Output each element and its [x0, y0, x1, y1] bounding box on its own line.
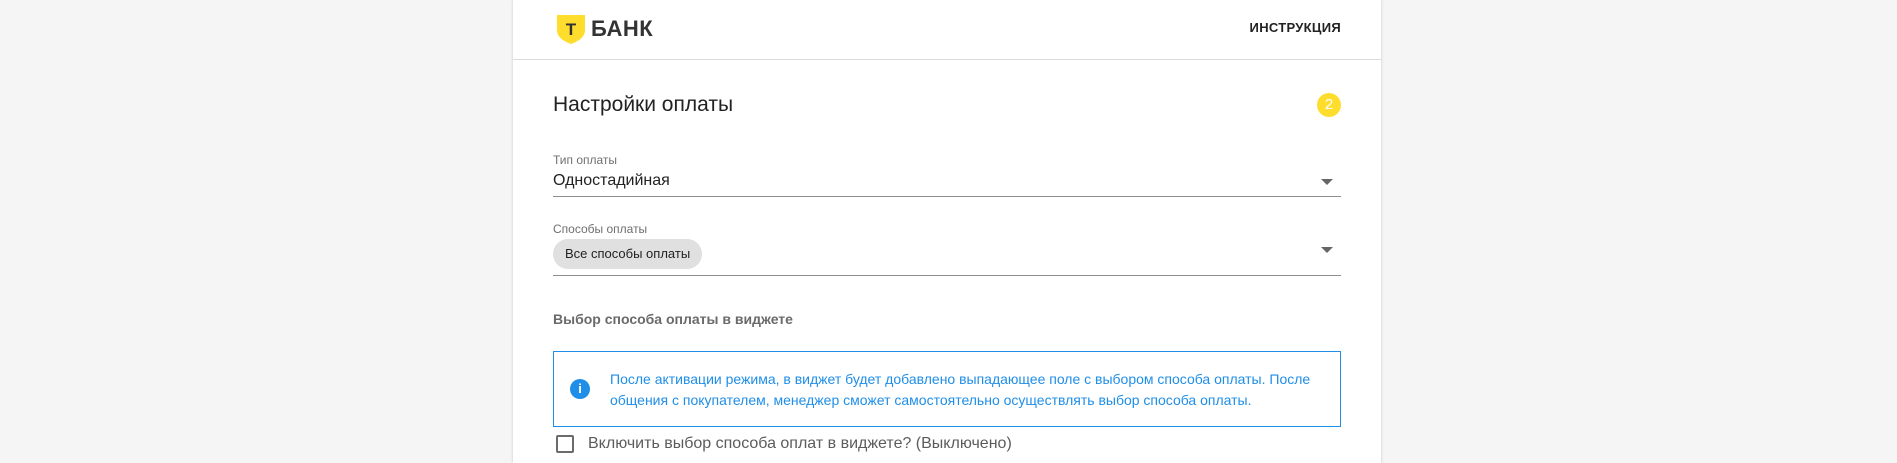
header: Т БАНК ИНСТРУКЦИЯ [513, 0, 1381, 60]
payment-methods-select[interactable]: Способы оплаты Все способы оплаты [553, 222, 1341, 276]
info-text: После активации режима, в виджет будет д… [610, 371, 1311, 408]
settings-card: Т БАНК ИНСТРУКЦИЯ Настройки оплаты 2 Тип… [513, 0, 1381, 463]
widget-selection-toggle[interactable]: Включить выбор способа оплат в виджете? … [556, 433, 1012, 455]
payment-methods-label: Способы оплаты [553, 222, 648, 236]
widget-selection-checkbox[interactable] [556, 435, 574, 453]
widget-selection-heading: Выбор способа оплаты в виджете [553, 311, 793, 327]
chevron-down-icon [1321, 247, 1333, 253]
step-badge: 2 [1317, 93, 1341, 117]
info-banner: i После активации режима, в виджет будет… [553, 351, 1341, 427]
payment-type-label: Тип оплаты [553, 153, 618, 167]
widget-selection-checkbox-label[interactable]: Включить выбор способа оплат в виджете? … [588, 435, 1012, 453]
logo-text: БАНК [591, 16, 654, 41]
chevron-down-icon [1321, 179, 1333, 185]
payment-type-select[interactable]: Тип оплаты Одностадийная [553, 153, 1341, 197]
svg-text:Т: Т [566, 20, 577, 39]
section-title: Настройки оплаты [553, 93, 734, 116]
info-icon: i [570, 379, 590, 399]
payment-method-chip[interactable]: Все способы оплаты [553, 239, 703, 269]
instructions-link[interactable]: ИНСТРУКЦИЯ [1250, 20, 1341, 35]
tbank-logo[interactable]: Т БАНК [555, 13, 653, 45]
tbank-shield-icon: Т [557, 15, 585, 44]
payment-type-value: Одностадийная [553, 172, 670, 189]
